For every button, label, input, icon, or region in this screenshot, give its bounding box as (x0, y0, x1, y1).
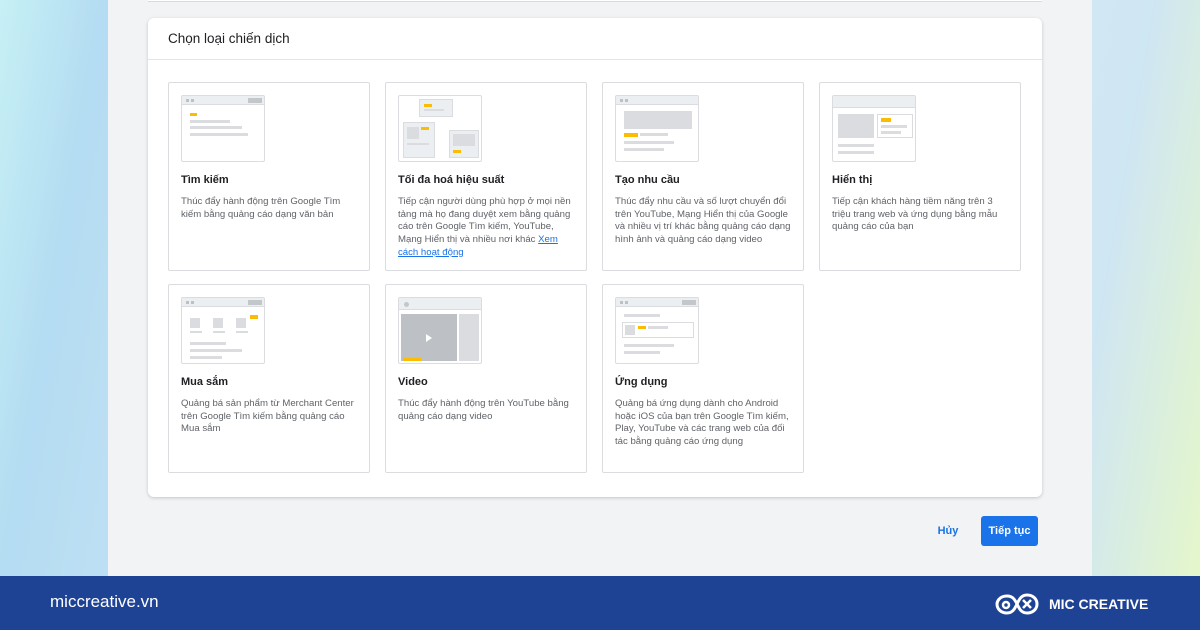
card-title: Tạo nhu cầu (615, 174, 680, 186)
card-title: Mua sắm (181, 376, 229, 388)
card-description: Thúc đẩy nhu cầu và số lượt chuyển đổi t… (615, 196, 791, 246)
brand-logo: MIC CREATIVE (993, 590, 1148, 618)
campaign-card-search[interactable]: Tìm kiếm Thúc đẩy hành động trên Google … (168, 82, 370, 271)
campaign-card-shopping[interactable]: Mua sắm Quảng bá sản phẩm từ Merchant Ce… (168, 284, 370, 473)
brand-footer: miccreative.vn MIC CREATIVE (0, 576, 1200, 630)
card-description: Quảng bá ứng dụng dành cho Android hoặc … (615, 398, 789, 448)
card-title: Video (398, 376, 428, 388)
performance-max-icon (398, 95, 482, 162)
continue-button[interactable]: Tiếp tục (981, 516, 1038, 546)
display-campaign-icon (832, 95, 916, 162)
card-title: Tìm kiếm (181, 174, 229, 186)
campaign-card-app[interactable]: Ứng dụng Quảng bá ứng dụng dành cho Andr… (602, 284, 804, 473)
card-title: Hiển thị (832, 174, 873, 186)
previous-section-card (148, 0, 1042, 2)
cancel-button[interactable]: Hủy (928, 516, 968, 546)
app-campaign-icon (615, 297, 699, 364)
video-campaign-icon (398, 297, 482, 364)
card-description: Thúc đẩy hành động trên YouTube bằng quả… (398, 398, 569, 422)
campaign-card-video[interactable]: Video Thúc đẩy hành động trên YouTube bằ… (385, 284, 587, 473)
demand-gen-icon (615, 95, 699, 162)
card-description: Tiếp cận người dùng phù hợp ở mọi nền tả… (398, 196, 571, 258)
brand-name: MIC CREATIVE (1049, 596, 1149, 612)
panel-title: Chọn loại chiến dịch (168, 31, 290, 46)
campaign-type-panel: Chọn loại chiến dịch Tìm kiếm Thúc đẩy h… (148, 18, 1042, 497)
card-title: Ứng dụng (615, 376, 668, 388)
panel-header: Chọn loại chiến dịch (148, 18, 1042, 60)
card-description: Thúc đẩy hành động trên Google Tìm kiếm … (181, 196, 341, 220)
infinity-logo-icon (995, 593, 1039, 615)
card-description: Tiếp cận khách hàng tiềm năng trên 3 tri… (832, 196, 998, 233)
campaign-card-performance-max[interactable]: Tối đa hoá hiệu suất Tiếp cận người dùng… (385, 82, 587, 271)
site-url: miccreative.vn (50, 592, 159, 611)
campaign-card-demand-gen[interactable]: Tạo nhu cầu Thúc đẩy nhu cầu và số lượt … (602, 82, 804, 271)
shopping-campaign-icon (181, 297, 265, 364)
card-title: Tối đa hoá hiệu suất (398, 174, 505, 186)
search-campaign-icon (181, 95, 265, 162)
card-description: Quảng bá sản phẩm từ Merchant Center trê… (181, 398, 354, 435)
campaign-card-display[interactable]: Hiển thị Tiếp cận khách hàng tiềm năng t… (819, 82, 1021, 271)
